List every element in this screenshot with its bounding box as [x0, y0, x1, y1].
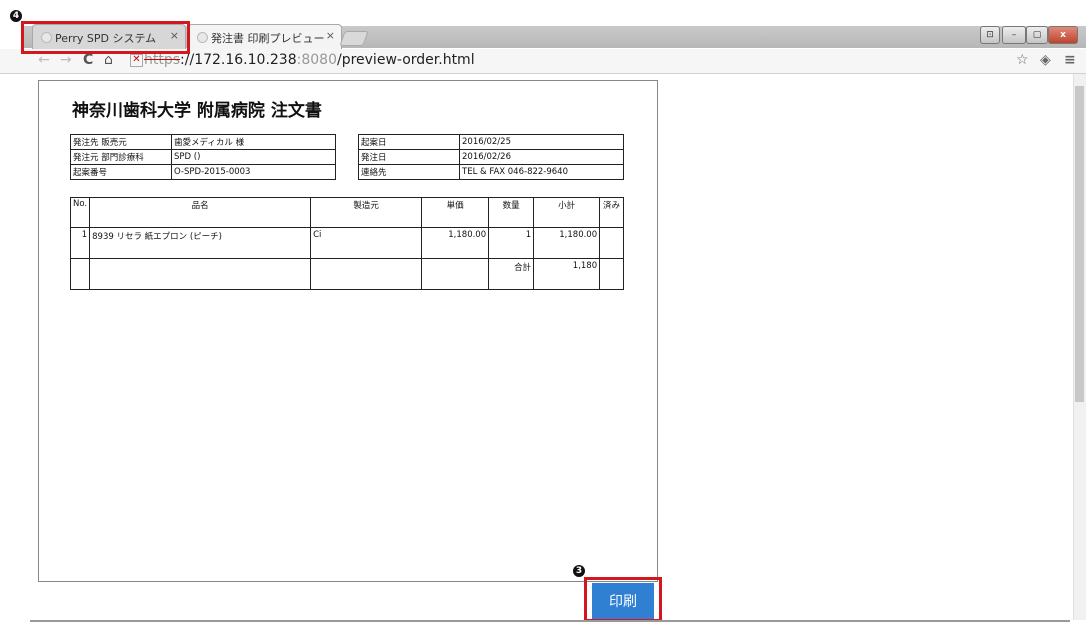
table-row: 起案日 2016/02/25 — [358, 134, 624, 150]
item-qty: 1 — [488, 227, 535, 259]
col-header-done: 済み — [599, 197, 624, 228]
highlight-box-print — [584, 577, 662, 622]
info-label: 起案日 — [358, 134, 460, 150]
table-row: 発注元 部門診療科 SPD () — [70, 149, 336, 165]
item-subtotal: 1,180.00 — [533, 227, 601, 259]
tab-title: 発注書 印刷プレビュー — [211, 32, 325, 45]
close-window-button[interactable]: x — [1048, 26, 1078, 44]
star-icon[interactable]: ☆ — [1016, 52, 1029, 68]
tab-close-icon[interactable]: × — [326, 29, 335, 42]
table-header-row: No. 品名 製造元 単価 数量 小計 済み — [69, 197, 624, 228]
table-row: 連絡先 TEL & FAX 046-822-9640 — [358, 164, 624, 180]
url-host: ://172.16.10.238 — [180, 52, 297, 68]
reload-icon[interactable]: C — [83, 52, 93, 68]
order-info-right-table: 起案日 2016/02/25 発注日 2016/02/26 連絡先 TEL & … — [358, 134, 624, 180]
total-value: 1,180 — [533, 258, 601, 290]
order-items-table: No. 品名 製造元 単価 数量 小計 済み 1 8939 リセラ 紙エプロン … — [69, 197, 624, 290]
info-value: 2016/02/25 — [459, 134, 624, 150]
ssl-warning-icon[interactable]: ✕ — [130, 54, 143, 67]
restore-button[interactable]: ▢ — [1026, 26, 1048, 44]
total-label: 合計 — [488, 258, 535, 290]
highlight-box-tab — [21, 21, 190, 54]
col-header-name: 品名 — [89, 197, 312, 228]
info-value: 2016/02/26 — [459, 149, 624, 165]
item-unit-price: 1,180.00 — [421, 227, 490, 259]
info-value: SPD () — [171, 149, 336, 165]
empty-cell — [89, 258, 312, 290]
back-icon[interactable]: ← — [38, 52, 50, 68]
info-label: 起案番号 — [70, 164, 172, 180]
info-label: 発注元 部門診療科 — [70, 149, 172, 165]
item-no: 1 — [69, 227, 91, 259]
url-scheme: https — [144, 52, 181, 68]
url-port: :8080 — [296, 52, 337, 68]
table-row: 起案番号 O-SPD-2015-0003 — [70, 164, 336, 180]
table-total-row: 合計 1,180 — [69, 258, 624, 290]
home-icon[interactable]: ⌂ — [104, 52, 113, 68]
col-header-unit-price: 単価 — [421, 197, 490, 228]
address-bar[interactable]: ✕ https://172.16.10.238:8080/preview-ord… — [126, 51, 1006, 70]
minimize-button[interactable]: – — [1002, 26, 1026, 44]
window-controls: ⊡ – ▢ x — [980, 26, 1078, 44]
empty-cell — [69, 258, 91, 290]
document-title: 神奈川歯科大学 附属病院 注文書 — [72, 101, 322, 121]
table-row: 発注先 販売元 歯愛メディカル 様 — [70, 134, 336, 150]
user-icon[interactable]: ⊡ — [980, 26, 1000, 44]
extension-icon[interactable]: ◈ — [1040, 52, 1051, 68]
tab-order-preview[interactable]: 発注書 印刷プレビュー × — [188, 24, 342, 49]
url-path: /preview-order.html — [336, 52, 475, 68]
info-label: 発注日 — [358, 149, 460, 165]
empty-cell — [310, 258, 423, 290]
table-row: 発注日 2016/02/26 — [358, 149, 624, 165]
empty-cell — [599, 258, 624, 290]
info-label: 発注先 販売元 — [70, 134, 172, 150]
info-value: 歯愛メディカル 様 — [171, 134, 336, 150]
favicon-icon — [197, 32, 208, 43]
info-value: TEL & FAX 046-822-9640 — [459, 164, 624, 180]
item-maker: Ci — [310, 227, 423, 259]
order-info-left-table: 発注先 販売元 歯愛メディカル 様 発注元 部門診療科 SPD () 起案番号 … — [70, 134, 336, 180]
annotation-marker-print: 3 — [573, 565, 585, 577]
info-value: O-SPD-2015-0003 — [171, 164, 336, 180]
scrollbar-thumb[interactable] — [1075, 86, 1084, 402]
annotation-marker-tab: 4 — [10, 10, 22, 22]
item-name: 8939 リセラ 紙エプロン (ピーチ) — [89, 227, 312, 259]
col-header-maker: 製造元 — [310, 197, 423, 228]
empty-cell — [421, 258, 490, 290]
table-row: 1 8939 リセラ 紙エプロン (ピーチ) Ci 1,180.00 1 1,1… — [69, 227, 624, 259]
col-header-subtotal: 小計 — [533, 197, 601, 228]
item-done — [599, 227, 624, 259]
info-label: 連絡先 — [358, 164, 460, 180]
col-header-qty: 数量 — [488, 197, 535, 228]
menu-icon[interactable]: ≡ — [1064, 52, 1076, 68]
forward-icon[interactable]: → — [60, 52, 72, 68]
col-header-no: No. — [69, 197, 91, 228]
